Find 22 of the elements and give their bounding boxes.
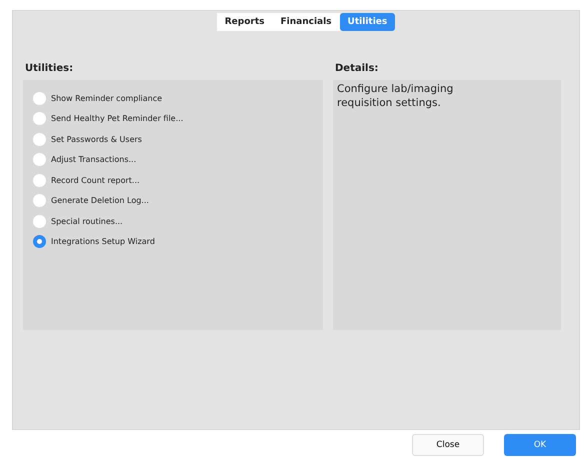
- radio-button[interactable]: [33, 235, 46, 248]
- radio-button[interactable]: [33, 153, 46, 166]
- option-label: Generate Deletion Log...: [51, 196, 149, 206]
- tab[interactable]: Financials: [272, 13, 340, 31]
- radio-button[interactable]: [33, 132, 46, 146]
- option-label: Adjust Transactions...: [51, 155, 136, 164]
- radio-button[interactable]: [33, 214, 46, 228]
- section-title: Utilities:: [24, 62, 74, 76]
- radio-button[interactable]: [33, 112, 46, 126]
- option-label: Send Healthy Pet Reminder file...: [51, 114, 184, 124]
- radio-button[interactable]: [33, 92, 46, 105]
- radio-button[interactable]: [33, 194, 46, 208]
- tab[interactable]: Reports: [216, 13, 272, 31]
- section-title: Details:: [334, 62, 380, 76]
- option-label: Integrations Setup Wizard: [51, 237, 155, 246]
- option-label: Special routines...: [51, 216, 123, 226]
- option-label: Show Reminder compliance: [51, 94, 162, 103]
- radio-button[interactable]: [33, 174, 46, 187]
- details-text: Configure lab/imaging requisition settings.: [337, 82, 454, 110]
- option-label: Set Passwords & Users: [51, 134, 142, 144]
- dialog-button[interactable]: Close: [412, 434, 484, 456]
- option-label: Record Count report...: [51, 176, 140, 185]
